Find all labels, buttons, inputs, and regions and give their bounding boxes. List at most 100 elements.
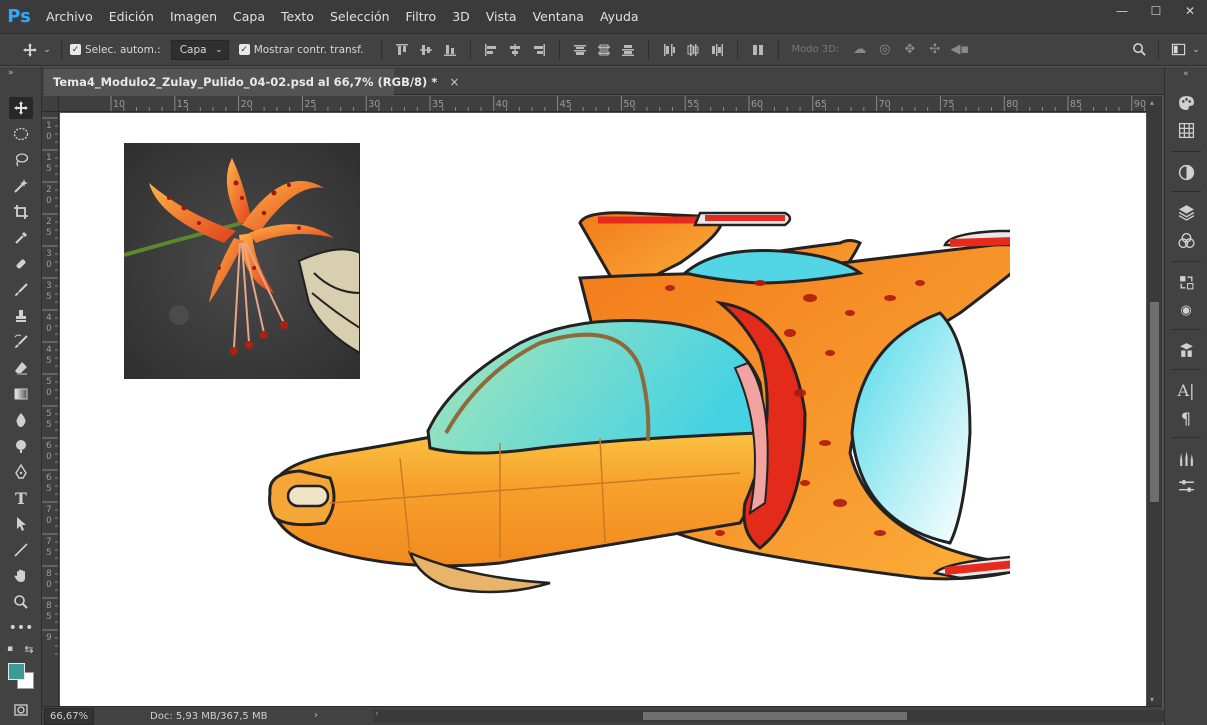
more-tools-icon[interactable]: ••• [9, 617, 34, 639]
divider [381, 39, 383, 60]
zoom-tool-icon[interactable] [9, 591, 33, 613]
actions-icon[interactable]: ◉ [1174, 299, 1198, 321]
hand-tool-icon[interactable] [9, 565, 33, 587]
libraries-icon[interactable] [1174, 339, 1198, 361]
close-button[interactable]: ✕ [1173, 0, 1207, 22]
character-icon[interactable]: A| [1174, 379, 1198, 401]
ruler-horizontal[interactable]: 10 15 20 25 30 35 40 45 50 55 60 65 70 75 80 85 90 [59, 96, 1147, 112]
default-colors-icon[interactable]: ▪ [4, 643, 16, 655]
type-tool-icon[interactable]: T [9, 487, 33, 509]
chevron-right-icon[interactable]: › [314, 710, 318, 721]
pan-3d-icon[interactable]: ✥ [897, 39, 922, 61]
eyedropper-icon[interactable] [9, 227, 33, 249]
quick-mask-icon[interactable] [9, 699, 33, 721]
adjustments-icon[interactable] [1174, 161, 1198, 183]
distribute-vcenter-icon[interactable] [592, 39, 616, 61]
pen-tool-icon[interactable] [9, 461, 33, 483]
orbit-3d-icon[interactable]: ☁ [847, 39, 872, 61]
paragraph-icon[interactable]: ¶ [1174, 407, 1198, 429]
brush-presets-icon[interactable] [1174, 447, 1198, 469]
menu-ventana[interactable]: Ventana [525, 0, 592, 33]
roll-3d-icon[interactable]: ◎ [872, 39, 897, 61]
document-tab[interactable]: Tema4_Modulo2_Zulay_Pulido_04-02.psd al … [44, 69, 459, 95]
dodge-tool-icon[interactable] [9, 435, 33, 457]
blur-tool-icon[interactable] [9, 409, 33, 431]
vertical-scrollbar[interactable]: ▴ ▾ [1147, 96, 1162, 706]
magic-wand-icon[interactable] [9, 175, 33, 197]
workspace-icon[interactable] [1167, 39, 1189, 61]
clone-stamp-icon[interactable] [9, 305, 33, 327]
scroll-down-icon[interactable]: ▾ [1150, 695, 1154, 704]
lasso-tool-icon[interactable] [9, 149, 33, 171]
foreground-color-swatch[interactable] [8, 663, 25, 680]
slide-3d-icon[interactable]: ✣ [922, 39, 947, 61]
chevron-down-icon: ⌄ [215, 44, 223, 55]
distribute-top-icon[interactable] [568, 39, 592, 61]
move-tool-preset-icon[interactable] [19, 39, 41, 61]
history-brush-icon[interactable] [9, 331, 33, 353]
align-hcenter-icon[interactable] [503, 39, 527, 61]
scale-3d-icon[interactable]: ◀▪ [947, 39, 972, 61]
menu-capa[interactable]: Capa [225, 0, 273, 33]
color-palette-icon[interactable] [1174, 91, 1198, 113]
distribute-bottom-icon[interactable] [616, 39, 640, 61]
close-icon[interactable]: × [449, 75, 459, 89]
scroll-left-icon[interactable]: ‹ [375, 709, 379, 719]
eraser-tool-icon[interactable] [9, 357, 33, 379]
align-left-icon[interactable] [479, 39, 503, 61]
show-transform-checkbox[interactable]: ✓ [238, 44, 250, 55]
distribute-right-icon[interactable] [705, 39, 729, 61]
menu-texto[interactable]: Texto [273, 0, 322, 33]
auto-align-layers-icon[interactable] [746, 39, 770, 61]
search-icon[interactable] [1128, 39, 1150, 61]
line-tool-icon[interactable] [9, 539, 33, 561]
status-bar: 66,67% Doc: 5,93 MB/367,5 MB › ‹ › [42, 706, 1181, 725]
menu-archivo[interactable]: Archivo [38, 0, 101, 33]
distribute-left-icon[interactable] [657, 39, 681, 61]
layers-icon[interactable] [1174, 201, 1198, 223]
show-transform-label: Mostrar contr. transf. [253, 43, 364, 56]
document-canvas[interactable] [60, 113, 1146, 706]
channels-icon[interactable] [1174, 229, 1198, 251]
auto-select-dropdown[interactable]: Capa ⌄ [170, 39, 229, 60]
double-chevron-icon[interactable]: » [0, 67, 41, 79]
minimize-button[interactable]: — [1105, 0, 1139, 22]
ellipse-marquee-icon[interactable] [9, 123, 33, 145]
ruler-vertical[interactable]: 101520253035404550556065707580859 [42, 112, 59, 706]
move-tool-icon[interactable] [9, 97, 33, 119]
menu-edicion[interactable]: Edición [101, 0, 162, 33]
swatches-grid-icon[interactable] [1174, 119, 1198, 141]
align-right-icon[interactable] [527, 39, 551, 61]
chevron-down-icon[interactable]: ⌄ [1189, 39, 1203, 61]
align-vcenter-icon[interactable] [414, 39, 438, 61]
scroll-up-icon[interactable]: ▴ [1150, 98, 1154, 107]
gradient-tool-icon[interactable] [9, 383, 33, 405]
auto-select-checkbox[interactable]: ✓ [70, 44, 81, 55]
menu-seleccion[interactable]: Selección [322, 0, 398, 33]
crop-tool-icon[interactable] [9, 201, 33, 223]
horizontal-scrollbar[interactable]: ‹ › [373, 709, 1181, 722]
chevron-down-icon[interactable]: ⌄ [41, 39, 53, 61]
restore-button[interactable]: ☐ [1139, 0, 1173, 22]
align-top-icon[interactable] [390, 39, 414, 61]
align-bottom-icon[interactable] [438, 39, 462, 61]
ps-logo[interactable]: Ps [0, 0, 38, 33]
history-icon[interactable] [1174, 271, 1198, 293]
properties-sliders-icon[interactable] [1174, 475, 1198, 497]
vertical-scroll-thumb[interactable] [1150, 302, 1159, 502]
double-chevron-icon[interactable]: « [1183, 69, 1189, 79]
horizontal-scroll-thumb[interactable] [643, 712, 907, 720]
zoom-level-field[interactable]: 66,67% [44, 707, 94, 725]
menu-3d[interactable]: 3D [444, 0, 478, 33]
menu-imagen[interactable]: Imagen [162, 0, 225, 33]
spaceship-illustration[interactable] [200, 203, 1010, 603]
menu-filtro[interactable]: Filtro [398, 0, 445, 33]
path-selection-icon[interactable] [9, 513, 33, 535]
brush-tool-icon[interactable] [9, 279, 33, 301]
swap-colors-icon[interactable]: ⇆ [22, 643, 36, 656]
menu-vista[interactable]: Vista [478, 0, 525, 33]
distribute-hcenter-icon[interactable] [681, 39, 705, 61]
ruler-origin[interactable] [42, 96, 59, 112]
healing-brush-icon[interactable] [9, 253, 33, 275]
menu-ayuda[interactable]: Ayuda [592, 0, 647, 33]
